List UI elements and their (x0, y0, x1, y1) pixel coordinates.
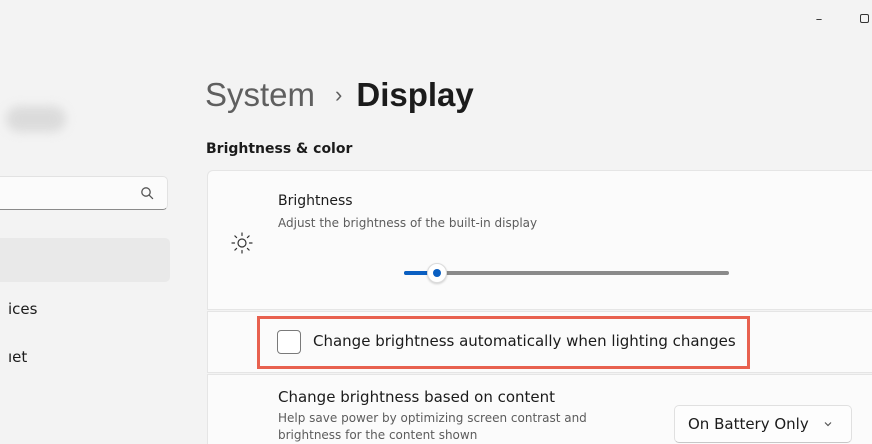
breadcrumb: System › Display (205, 76, 474, 114)
page-title: Display (356, 76, 474, 113)
breadcrumb-separator-icon: › (335, 82, 343, 107)
maximize-icon (859, 13, 869, 23)
sidebar-item-devices[interactable]: ices (8, 300, 37, 318)
slider-track (404, 271, 729, 275)
slider-thumb[interactable] (426, 263, 447, 283)
brightness-title: Brightness (278, 193, 353, 209)
sidebar-item-system[interactable] (0, 238, 170, 282)
dropdown-selected-value: On Battery Only (688, 415, 809, 433)
maximize-button[interactable] (852, 8, 872, 32)
settings-search-input[interactable] (0, 176, 168, 210)
user-account-avatar[interactable] (6, 106, 66, 132)
content-brightness-description: Help save power by optimizing screen con… (278, 411, 587, 442)
sun-icon (231, 232, 253, 254)
highlight-box (257, 316, 750, 369)
brightness-description: Adjust the brightness of the built-in di… (278, 216, 538, 230)
chevron-down-icon (824, 422, 832, 427)
search-icon (141, 187, 154, 200)
minimize-button[interactable]: – (807, 8, 831, 32)
section-title: Brightness & color (206, 141, 353, 157)
brightness-card: Brightness Adjust the brightness of the … (207, 170, 872, 310)
sidebar-item-network[interactable]: ıet (8, 348, 27, 366)
brightness-slider[interactable] (404, 263, 729, 283)
content-brightness-dropdown[interactable]: On Battery Only (674, 405, 852, 443)
content-brightness-title: Change brightness based on content (278, 388, 556, 406)
breadcrumb-system-link[interactable]: System (205, 76, 315, 114)
